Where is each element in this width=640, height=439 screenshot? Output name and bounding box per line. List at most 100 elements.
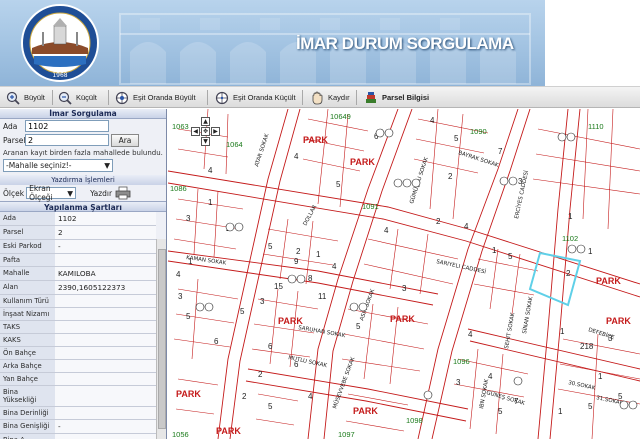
condition-key: Ada: [0, 212, 55, 225]
condition-value: [55, 407, 156, 419]
scale-select[interactable]: Ekran Ölçeği ▼: [26, 184, 77, 202]
condition-value: 1102: [55, 212, 156, 225]
search-button[interactable]: Ara: [111, 133, 139, 147]
query-panel: İmar Sorgulama Ada Parsel Ara Aranan kay…: [0, 109, 167, 439]
svg-text:1: 1: [558, 407, 563, 416]
condition-value: [55, 254, 156, 266]
pan-left-button[interactable]: ◀: [191, 127, 200, 136]
condition-key: Eski Parkod: [0, 240, 55, 253]
full-extent-button[interactable]: ✥: [201, 127, 210, 136]
block-number: 1097: [338, 430, 355, 439]
condition-row: Ada 1102: [0, 212, 156, 226]
park-label: PARK: [596, 276, 621, 286]
map-nav-pad: ▲ ◀ ✥ ▶ ▼: [191, 117, 221, 157]
zoom-out-label: Küçült: [76, 93, 97, 102]
block-number: 10649: [330, 112, 351, 121]
svg-text:11: 11: [318, 292, 327, 301]
condition-key: TAKS: [0, 321, 55, 333]
condition-value: 2390,1605122373: [55, 281, 156, 294]
printer-icon[interactable]: [115, 186, 131, 200]
block-number: 1102: [562, 234, 578, 243]
conditions-table: Ada 1102 Parsel 2 Eski Parkod - Pafta Mahalle KA…: [0, 212, 156, 439]
svg-text:8: 8: [308, 274, 313, 283]
condition-key: İnşaat Nizamı: [0, 308, 55, 320]
zoom-in-icon: [6, 91, 20, 105]
condition-row: Alan 2390,1605122373: [0, 281, 156, 295]
svg-text:2: 2: [436, 217, 441, 226]
pan-down-button[interactable]: ▼: [201, 137, 210, 146]
mahalle-select-value: -Mahalle seçiniz!-: [6, 161, 72, 170]
zoom-out-equal-icon: [215, 91, 229, 104]
condition-value: [55, 321, 156, 333]
svg-text:2: 2: [242, 392, 247, 401]
svg-text:1: 1: [208, 198, 213, 207]
pan-right-button[interactable]: ▶: [211, 127, 220, 136]
svg-text:4: 4: [430, 116, 435, 125]
block-number: 1096: [453, 357, 470, 366]
ada-row: Ada: [0, 119, 166, 133]
zoom-out-icon: [58, 91, 72, 105]
condition-value: [55, 295, 156, 307]
block-number: 1063: [172, 122, 189, 131]
condition-value: KAMILOBA: [55, 267, 156, 280]
multiple-result-message: Aranan kayıt birden fazla mahallede bulu…: [3, 149, 163, 157]
zoom-in-equal-button[interactable]: Eşit Oranda Büyült: [115, 89, 196, 106]
pan-label: Kaydır: [328, 93, 350, 102]
scrollbar-thumb[interactable]: [158, 249, 166, 429]
condition-key: Bina Yüksekliği: [0, 386, 55, 406]
block-number: 1091: [362, 202, 379, 211]
svg-text:1: 1: [598, 372, 603, 381]
parcel-info-button[interactable]: Parsel Bilgisi: [364, 89, 429, 106]
park-label: PARK: [390, 314, 415, 324]
map-canvas[interactable]: PARK PARK PARK PARK PARK PARK PARK PARK …: [168, 109, 640, 439]
parcel-info-label: Parsel Bilgisi: [382, 93, 430, 102]
condition-value: [55, 308, 156, 320]
condition-key: Arka Bahçe: [0, 360, 55, 372]
condition-key: Yan Bahçe: [0, 373, 55, 385]
print-section-title: Yazdırma İşlemleri: [0, 175, 166, 185]
ada-input[interactable]: [25, 120, 109, 132]
page-title: İMAR DURUM SORGULAMA: [296, 34, 514, 53]
svg-text:5: 5: [454, 134, 459, 143]
svg-text:4: 4: [294, 152, 299, 161]
condition-key: Bina Derinliği: [0, 407, 55, 419]
pan-up-button[interactable]: ▲: [201, 117, 210, 126]
mahalle-select[interactable]: -Mahalle seçiniz!- ▼: [3, 159, 113, 172]
svg-text:4: 4: [176, 270, 181, 279]
zoom-out-equal-button[interactable]: Eşit Oranda Küçült: [215, 89, 296, 106]
condition-value: [55, 434, 156, 439]
toolbar-separator: [302, 90, 303, 105]
condition-row: Kullanım Türü: [0, 295, 156, 308]
parsel-input[interactable]: [25, 134, 109, 146]
toolbar-separator: [108, 90, 109, 105]
condition-key: KAKS: [0, 334, 55, 346]
condition-value: 2: [55, 226, 156, 239]
svg-text:5: 5: [588, 402, 593, 411]
condition-value: [55, 334, 156, 346]
condition-key: Parsel: [0, 226, 55, 239]
condition-row: Bina A...: [0, 434, 156, 439]
park-label: PARK: [176, 389, 201, 399]
svg-text:5: 5: [186, 312, 191, 321]
svg-text:5: 5: [498, 407, 503, 416]
svg-text:7: 7: [498, 147, 503, 156]
svg-text:1: 1: [568, 212, 573, 221]
condition-row: Bina Derinliği: [0, 407, 156, 420]
conditions-scrollbar[interactable]: [156, 239, 166, 439]
toolbar-separator: [356, 90, 357, 105]
block-number: 1086: [170, 184, 187, 193]
pan-hand-icon: [312, 91, 323, 104]
banner-blank-area: [545, 0, 640, 86]
block-number: 1110: [588, 122, 604, 131]
zoom-in-label: Büyült: [24, 93, 45, 102]
condition-row: Pafta: [0, 254, 156, 267]
condition-row: Ön Bahçe: [0, 347, 156, 360]
condition-key: Mahalle: [0, 267, 55, 280]
park-label: PARK: [303, 135, 328, 145]
zoom-in-button[interactable]: Büyült: [6, 89, 45, 106]
svg-text:3: 3: [456, 378, 461, 387]
zoom-out-button[interactable]: Küçült: [58, 89, 97, 106]
pan-button[interactable]: Kaydır: [310, 89, 350, 106]
parcel-map[interactable]: PARK PARK PARK PARK PARK PARK PARK PARK …: [168, 109, 640, 439]
parsel-row: Parsel Ara: [0, 133, 166, 147]
